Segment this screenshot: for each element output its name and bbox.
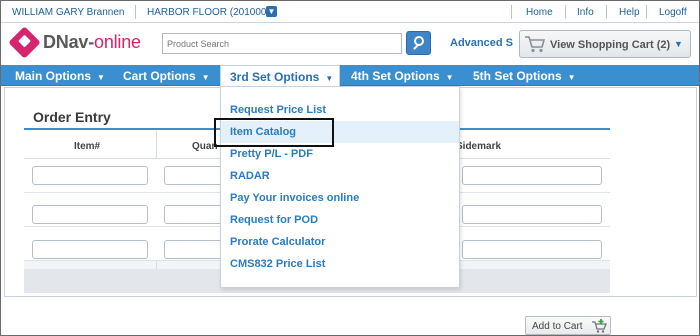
divider xyxy=(565,5,566,19)
shopping-cart-icon xyxy=(525,36,546,53)
search-icon-handle xyxy=(413,44,419,50)
sidemark-field[interactable] xyxy=(462,166,602,185)
app-frame: WILLIAM GARY Brannen HARBOR FLOOR (20100… xyxy=(0,0,700,336)
view-cart-button[interactable]: View Shopping Cart (2) ▼ xyxy=(519,30,691,58)
page-title: Order Entry xyxy=(33,109,111,125)
highlight-annotation-box xyxy=(214,118,334,147)
menu-item-radar[interactable]: RADAR xyxy=(221,165,459,187)
user-name: WILLIAM GARY Brannen xyxy=(12,7,125,18)
logo-accent-text: online xyxy=(94,32,141,52)
search-input[interactable] xyxy=(162,33,402,54)
cart-label: View Shopping Cart (2) xyxy=(550,39,671,51)
divider xyxy=(606,5,607,19)
divider xyxy=(646,5,647,19)
sidemark-field[interactable] xyxy=(462,205,602,224)
divider xyxy=(511,5,512,19)
nav-label: Cart Options xyxy=(123,69,196,83)
info-link[interactable]: Info xyxy=(577,7,594,18)
nav-4th-set-options[interactable]: 4th Set Options ▼ xyxy=(351,69,454,83)
sidemark-field[interactable] xyxy=(462,240,602,259)
nav-label: 5th Set Options xyxy=(473,69,562,83)
logoff-link[interactable]: Logoff xyxy=(659,7,687,18)
chevron-down-icon: ▼ xyxy=(445,73,454,82)
chevron-down-icon: ▼ xyxy=(674,39,683,49)
nav-label: Main Options xyxy=(15,69,91,83)
quantity-field[interactable] xyxy=(164,240,224,259)
item-number-field[interactable] xyxy=(32,166,148,185)
menu-item-cms832-price-list[interactable]: CMS832 Price List xyxy=(221,253,459,275)
nav-cart-options[interactable]: Cart Options ▼ xyxy=(123,69,210,83)
column-header-item: Item# xyxy=(74,141,101,152)
help-link[interactable]: Help xyxy=(619,7,640,18)
add-to-cart-label: Add to Cart xyxy=(532,321,583,332)
chevron-down-icon: ▼ xyxy=(325,74,334,83)
third-set-options-menu: Request Price List Item Catalog Pretty P… xyxy=(220,86,460,288)
chevron-down-icon: ▼ xyxy=(201,73,210,82)
add-to-cart-icon xyxy=(592,319,607,333)
nav-label: 3rd Set Options xyxy=(230,70,320,84)
store-dropdown-icon[interactable]: ▼ xyxy=(266,6,277,17)
quantity-field[interactable] xyxy=(164,205,224,224)
column-header-sidemark: Sidemark xyxy=(456,141,502,152)
divider xyxy=(135,5,136,19)
logo-icon[interactable] xyxy=(8,26,41,59)
home-link[interactable]: Home xyxy=(526,7,553,18)
store-name[interactable]: HARBOR FLOOR (201000) xyxy=(147,7,270,18)
nav-3rd-set-options[interactable]: 3rd Set Options ▼ xyxy=(220,65,340,87)
menu-item-pay-invoices-online[interactable]: Pay Your invoices online xyxy=(221,187,459,209)
nav-main-options[interactable]: Main Options ▼ xyxy=(15,69,105,83)
chevron-down-icon: ▼ xyxy=(97,73,105,82)
logo-main-text: DNav- xyxy=(43,32,95,52)
menu-item-prorate-calculator[interactable]: Prorate Calculator xyxy=(221,231,459,253)
logo-text[interactable]: DNav-online xyxy=(43,32,141,53)
main-nav: Main Options ▼ Cart Options ▼ 3rd Set Opti… xyxy=(1,65,699,87)
top-bar: WILLIAM GARY Brannen HARBOR FLOOR (20100… xyxy=(1,1,699,23)
chevron-down-icon: ▼ xyxy=(567,73,576,82)
search-button[interactable] xyxy=(406,31,431,55)
nav-label: 4th Set Options xyxy=(351,69,440,83)
quantity-field[interactable] xyxy=(164,166,224,185)
item-number-field[interactable] xyxy=(32,240,148,259)
add-to-cart-button[interactable]: Add to Cart xyxy=(525,316,611,335)
menu-item-request-for-pod[interactable]: Request for POD xyxy=(221,209,459,231)
item-number-field[interactable] xyxy=(32,205,148,224)
advanced-search-link[interactable]: Advanced S xyxy=(450,37,513,49)
nav-5th-set-options[interactable]: 5th Set Options ▼ xyxy=(473,69,576,83)
